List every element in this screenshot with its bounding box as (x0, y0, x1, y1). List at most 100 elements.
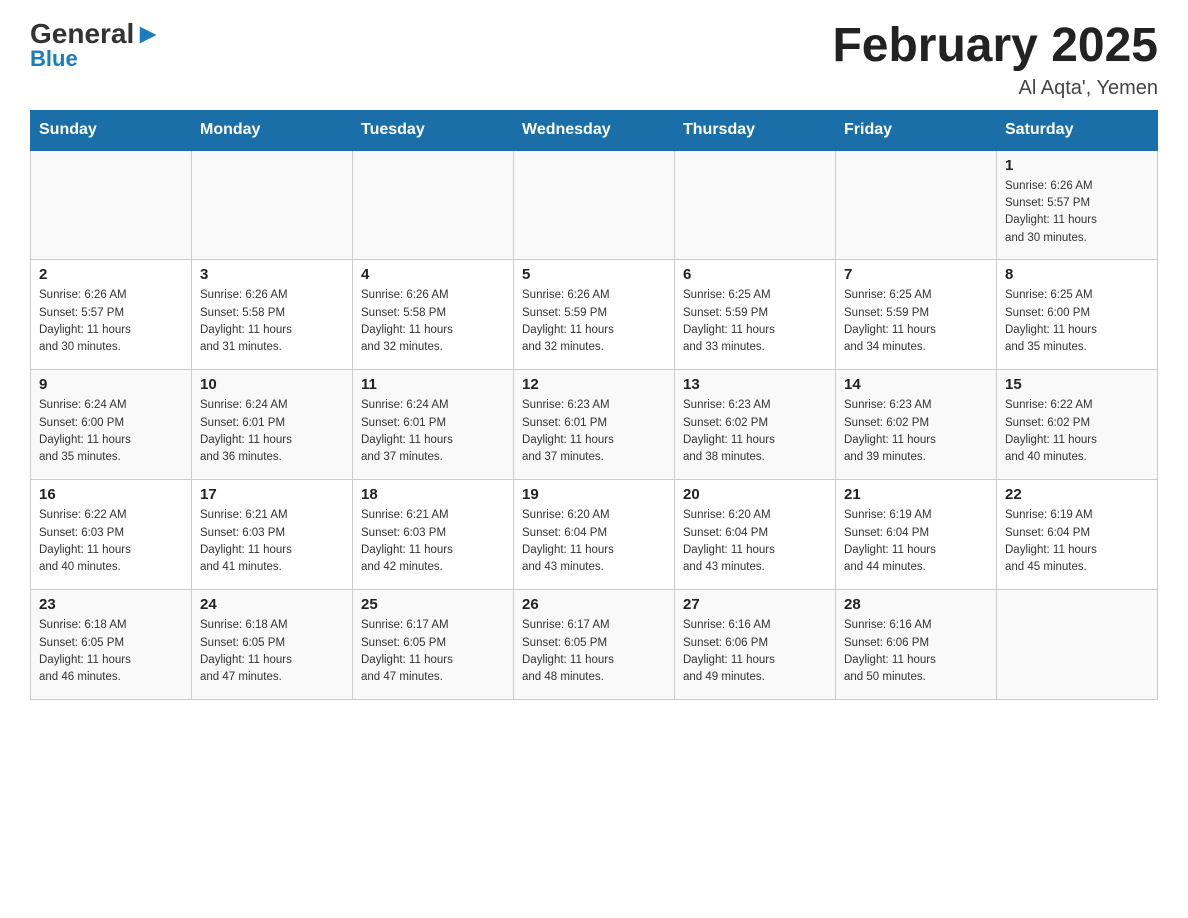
day-info: Sunrise: 6:20 AM Sunset: 6:04 PM Dayligh… (683, 507, 827, 576)
table-row: 21 Sunrise: 6:19 AM Sunset: 6:04 PM Dayli… (836, 480, 997, 590)
table-row: 28Sunrise: 6:16 AM Sunset: 6:06 PM Dayli… (836, 590, 997, 700)
col-thursday: Thursday (675, 110, 836, 150)
logo-triangle-icon: ► (134, 18, 162, 49)
table-row: 16 Sunrise: 6:22 AM Sunset: 6:03 PM Dayli… (31, 480, 192, 590)
day-info: Sunrise: 6:18 AM Sunset: 6:05 PM Dayligh… (200, 617, 344, 686)
day-number: 27 (683, 596, 827, 613)
table-row (997, 590, 1158, 700)
table-row (514, 150, 675, 260)
day-info: Sunrise: 6:26 AM Sunset: 5:59 PM Dayligh… (522, 287, 666, 356)
table-row: 26Sunrise: 6:17 AM Sunset: 6:05 PM Dayli… (514, 590, 675, 700)
day-number: 9 (39, 376, 183, 393)
day-info: Sunrise: 6:21 AM Sunset: 6:03 PM Dayligh… (200, 507, 344, 576)
day-info: Sunrise: 6:24 AM Sunset: 6:01 PM Dayligh… (361, 397, 505, 466)
table-row: 8 Sunrise: 6:25 AM Sunset: 6:00 PM Daylig… (997, 260, 1158, 370)
table-row: 27Sunrise: 6:16 AM Sunset: 6:06 PM Dayli… (675, 590, 836, 700)
day-number: 6 (683, 266, 827, 283)
day-number: 24 (200, 596, 344, 613)
calendar-header: Sunday Monday Tuesday Wednesday Thursday… (31, 110, 1158, 150)
day-number: 22 (1005, 486, 1149, 503)
day-number: 12 (522, 376, 666, 393)
day-number: 10 (200, 376, 344, 393)
day-number: 4 (361, 266, 505, 283)
table-row: 13Sunrise: 6:23 AM Sunset: 6:02 PM Dayli… (675, 370, 836, 480)
col-wednesday: Wednesday (514, 110, 675, 150)
table-row: 5 Sunrise: 6:26 AM Sunset: 5:59 PM Daylig… (514, 260, 675, 370)
table-row (192, 150, 353, 260)
day-number: 20 (683, 486, 827, 503)
day-number: 21 (844, 486, 988, 503)
day-info: Sunrise: 6:23 AM Sunset: 6:02 PM Dayligh… (683, 397, 827, 466)
table-row: 23 Sunrise: 6:18 AM Sunset: 6:05 PM Dayli… (31, 590, 192, 700)
day-number: 17 (200, 486, 344, 503)
table-row: 2 Sunrise: 6:26 AM Sunset: 5:57 PM Daylig… (31, 260, 192, 370)
col-sunday: Sunday (31, 110, 192, 150)
table-row: 3Sunrise: 6:26 AM Sunset: 5:58 PM Daylig… (192, 260, 353, 370)
day-info: Sunrise: 6:19 AM Sunset: 6:04 PM Dayligh… (1005, 507, 1149, 576)
table-row: 10 Sunrise: 6:24 AM Sunset: 6:01 PM Dayli… (192, 370, 353, 480)
day-number: 7 (844, 266, 988, 283)
day-number: 14 (844, 376, 988, 393)
day-info: Sunrise: 6:22 AM Sunset: 6:03 PM Dayligh… (39, 507, 183, 576)
day-info: Sunrise: 6:25 AM Sunset: 5:59 PM Dayligh… (844, 287, 988, 356)
week-row-5: 23 Sunrise: 6:18 AM Sunset: 6:05 PM Dayli… (31, 590, 1158, 700)
week-row-3: 9 Sunrise: 6:24 AM Sunset: 6:00 PM Daylig… (31, 370, 1158, 480)
table-row: 7 Sunrise: 6:25 AM Sunset: 5:59 PM Daylig… (836, 260, 997, 370)
col-saturday: Saturday (997, 110, 1158, 150)
week-row-1: 1 Sunrise: 6:26 AM Sunset: 5:57 PM Daylig… (31, 150, 1158, 260)
day-info: Sunrise: 6:17 AM Sunset: 6:05 PM Dayligh… (361, 617, 505, 686)
table-row: 25Sunrise: 6:17 AM Sunset: 6:05 PM Dayli… (353, 590, 514, 700)
day-info: Sunrise: 6:24 AM Sunset: 6:01 PM Dayligh… (200, 397, 344, 466)
day-info: Sunrise: 6:22 AM Sunset: 6:02 PM Dayligh… (1005, 397, 1149, 466)
day-number: 5 (522, 266, 666, 283)
table-row (836, 150, 997, 260)
day-info: Sunrise: 6:18 AM Sunset: 6:05 PM Dayligh… (39, 617, 183, 686)
day-number: 23 (39, 596, 183, 613)
table-row: 15Sunrise: 6:22 AM Sunset: 6:02 PM Dayli… (997, 370, 1158, 480)
month-title: February 2025 (832, 20, 1158, 73)
table-row: 1 Sunrise: 6:26 AM Sunset: 5:57 PM Daylig… (997, 150, 1158, 260)
table-row (675, 150, 836, 260)
day-info: Sunrise: 6:25 AM Sunset: 6:00 PM Dayligh… (1005, 287, 1149, 356)
logo-blue-text: Blue (30, 46, 78, 72)
table-row (353, 150, 514, 260)
table-row: 14 Sunrise: 6:23 AM Sunset: 6:02 PM Dayli… (836, 370, 997, 480)
table-row: 20 Sunrise: 6:20 AM Sunset: 6:04 PM Dayli… (675, 480, 836, 590)
col-friday: Friday (836, 110, 997, 150)
title-block: February 2025 Al Aqta', Yemen (832, 20, 1158, 100)
calendar-table: Sunday Monday Tuesday Wednesday Thursday… (30, 110, 1158, 701)
header-row: Sunday Monday Tuesday Wednesday Thursday… (31, 110, 1158, 150)
day-info: Sunrise: 6:23 AM Sunset: 6:01 PM Dayligh… (522, 397, 666, 466)
table-row: 17 Sunrise: 6:21 AM Sunset: 6:03 PM Dayli… (192, 480, 353, 590)
col-tuesday: Tuesday (353, 110, 514, 150)
table-row: 11 Sunrise: 6:24 AM Sunset: 6:01 PM Dayli… (353, 370, 514, 480)
day-info: Sunrise: 6:19 AM Sunset: 6:04 PM Dayligh… (844, 507, 988, 576)
week-row-2: 2 Sunrise: 6:26 AM Sunset: 5:57 PM Daylig… (31, 260, 1158, 370)
table-row: 18 Sunrise: 6:21 AM Sunset: 6:03 PM Dayli… (353, 480, 514, 590)
table-row: 12 Sunrise: 6:23 AM Sunset: 6:01 PM Dayli… (514, 370, 675, 480)
day-info: Sunrise: 6:23 AM Sunset: 6:02 PM Dayligh… (844, 397, 988, 466)
day-info: Sunrise: 6:16 AM Sunset: 6:06 PM Dayligh… (844, 617, 988, 686)
day-number: 11 (361, 376, 505, 393)
location: Al Aqta', Yemen (832, 77, 1158, 100)
day-number: 2 (39, 266, 183, 283)
day-info: Sunrise: 6:20 AM Sunset: 6:04 PM Dayligh… (522, 507, 666, 576)
day-info: Sunrise: 6:26 AM Sunset: 5:57 PM Dayligh… (1005, 178, 1149, 247)
day-info: Sunrise: 6:21 AM Sunset: 6:03 PM Dayligh… (361, 507, 505, 576)
day-number: 18 (361, 486, 505, 503)
table-row: 6 Sunrise: 6:25 AM Sunset: 5:59 PM Daylig… (675, 260, 836, 370)
page-header: General► Blue February 2025 Al Aqta', Ye… (30, 20, 1158, 100)
day-info: Sunrise: 6:24 AM Sunset: 6:00 PM Dayligh… (39, 397, 183, 466)
logo: General► Blue (30, 20, 162, 72)
logo-text: General► (30, 20, 162, 48)
day-number: 8 (1005, 266, 1149, 283)
col-monday: Monday (192, 110, 353, 150)
day-number: 1 (1005, 157, 1149, 174)
day-info: Sunrise: 6:26 AM Sunset: 5:58 PM Dayligh… (361, 287, 505, 356)
day-info: Sunrise: 6:25 AM Sunset: 5:59 PM Dayligh… (683, 287, 827, 356)
calendar-body: 1 Sunrise: 6:26 AM Sunset: 5:57 PM Daylig… (31, 150, 1158, 700)
day-number: 3 (200, 266, 344, 283)
table-row: 9 Sunrise: 6:24 AM Sunset: 6:00 PM Daylig… (31, 370, 192, 480)
day-number: 16 (39, 486, 183, 503)
day-info: Sunrise: 6:26 AM Sunset: 5:57 PM Dayligh… (39, 287, 183, 356)
